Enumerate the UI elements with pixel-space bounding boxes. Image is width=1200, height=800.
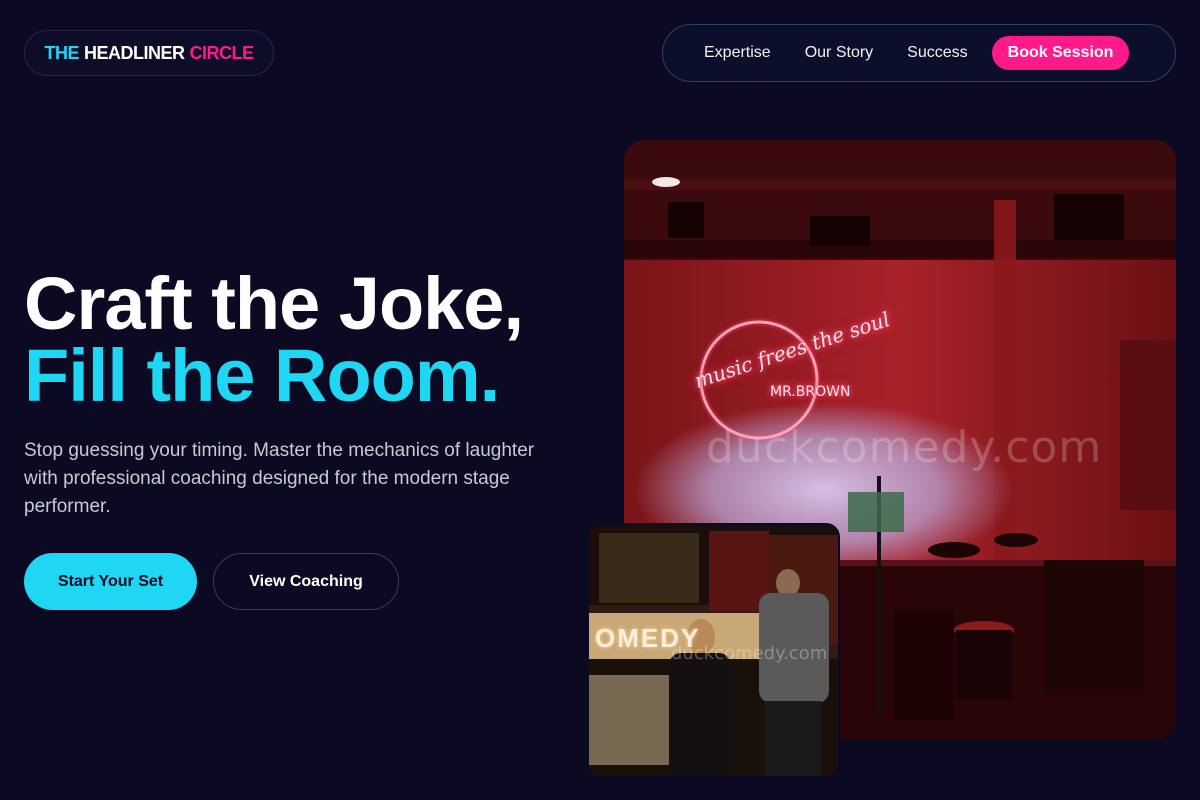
view-coaching-button[interactable]: View Coaching — [213, 553, 399, 610]
start-your-set-button[interactable]: Start Your Set — [24, 553, 197, 610]
neon-sign-name: MR.BROWN — [770, 384, 851, 400]
brand-word-the: THE — [44, 42, 79, 63]
hero-headline-line2: Fill the Room. — [24, 334, 500, 417]
brand-word-headliner: HEADLINER — [83, 42, 185, 63]
hero-headline: Craft the Joke, Fill the Room. — [24, 262, 524, 417]
brand-word-circle: CIRCLE — [189, 42, 255, 63]
brand-logo[interactable]: THE HEADLINER CIRCLE — [24, 30, 274, 76]
hero-subtitle: Stop guessing your timing. Master the me… — [24, 440, 535, 517]
small-image-watermark: duckcomedy.com — [671, 643, 828, 664]
nav-item-success[interactable]: Success — [890, 36, 984, 70]
book-session-button[interactable]: Book Session — [991, 36, 1130, 70]
hero-headline-line1: Craft the Joke, — [24, 262, 524, 345]
main-nav: Expertise Our Story Success Book Session — [662, 24, 1176, 82]
nav-item-our-story[interactable]: Our Story — [788, 36, 890, 70]
landing-page: THE HEADLINER CIRCLE Expertise Our Story… — [0, 0, 1200, 800]
image-watermark: duckcomedy.com — [706, 422, 1103, 473]
nav-item-expertise[interactable]: Expertise — [687, 36, 788, 70]
club-entrance-photo: OMEDY duckcomedy.com — [587, 523, 840, 778]
